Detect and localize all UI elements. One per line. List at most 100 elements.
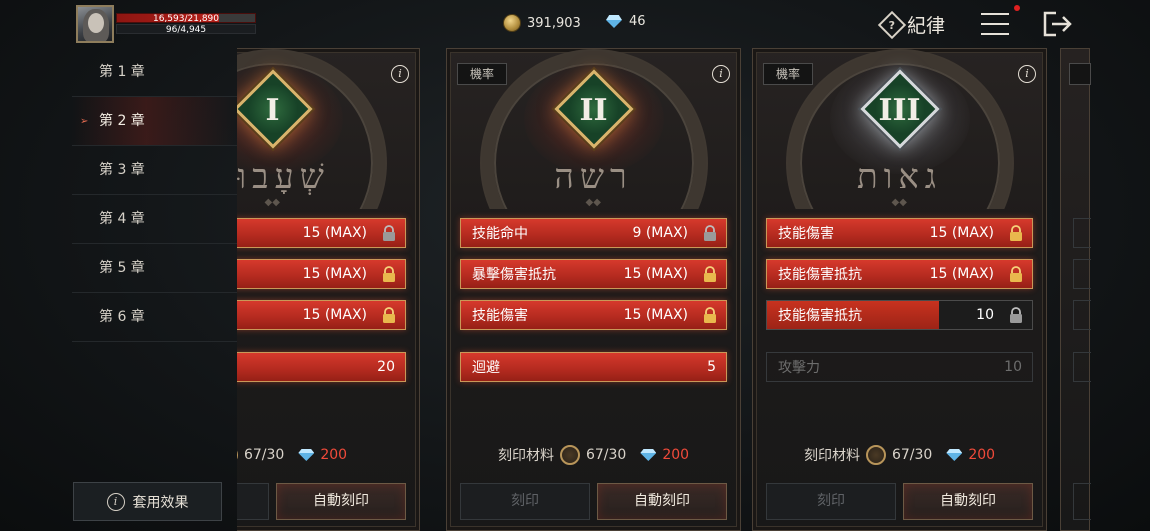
diamond-icon	[298, 449, 314, 461]
gold-amount: 391,903	[527, 15, 581, 31]
stat-value: 15 (MAX)	[302, 266, 367, 282]
card-numeral: I	[265, 93, 280, 128]
stat-row: 15 (MAX)	[237, 218, 406, 248]
stat-value: 15 (MAX)	[302, 307, 367, 323]
probability-button[interactable]	[1069, 63, 1091, 85]
chapter-1[interactable]: 第 1 章	[72, 48, 237, 97]
stat-value: 5	[707, 359, 716, 375]
diamond-icon	[640, 449, 656, 461]
engrave-material-icon	[865, 445, 886, 465]
stat-value: 15 (MAX)	[623, 266, 688, 282]
discipline-label: 紀律	[907, 15, 946, 37]
materials-row: 刻印材料 67/30 200	[753, 445, 1046, 465]
stat-value: 20	[377, 359, 395, 375]
diamond-icon	[946, 449, 962, 461]
materials-row: 料 67/30 200	[237, 445, 419, 465]
probability-button[interactable]: 機率	[763, 63, 813, 85]
engraving-card-2: II רשה ◆◆ 機率 i 技能命中 9 (MAX) 暴擊傷害抵抗 15 (M…	[446, 48, 741, 531]
gem-currency: 46	[605, 14, 646, 29]
card-rune: רשה	[554, 157, 633, 197]
engraving-cards: I שְׁעָבוּד ◆◆ i 15 (MAX) 抗 15 (MAX) 抗 1…	[237, 48, 1150, 531]
auto-engrave-button[interactable]: 自動刻印	[903, 483, 1033, 520]
player-avatar[interactable]	[76, 5, 114, 43]
stat-value: 10	[976, 307, 994, 323]
engrave-material-icon	[559, 445, 580, 465]
mp-text: 96/4,945	[165, 25, 207, 35]
card-info-icon[interactable]: i	[712, 65, 730, 83]
stat-row: 迴避 5	[460, 352, 727, 382]
engrave-material-icon	[237, 445, 238, 465]
chapter-4[interactable]: 第 4 章	[72, 195, 237, 244]
auto-engrave-button[interactable]: 自動刻印	[597, 483, 727, 520]
engrave-button[interactable]: 刻印	[766, 483, 896, 520]
card-numeral: II	[579, 93, 608, 128]
stat-value: 15 (MAX)	[302, 225, 367, 241]
probability-button[interactable]: 機率	[457, 63, 507, 85]
stat-value: 15 (MAX)	[929, 225, 994, 241]
stat-row: 抗 15 (MAX)	[237, 300, 406, 330]
lock-icon[interactable]	[1009, 307, 1023, 323]
hp-text: 16,593/21,890	[152, 14, 219, 24]
stat-row: 暴擊傷害抵抗 15 (MAX)	[460, 259, 727, 289]
stat-row: 技能命中 9 (MAX)	[460, 218, 727, 248]
stat-row: 抗 15 (MAX)	[237, 259, 406, 289]
materials-row: 刻印材料 67/30 200	[447, 445, 740, 465]
lock-icon[interactable]	[1009, 266, 1023, 282]
stat-name: 技能傷害	[778, 226, 834, 242]
stat-value: 9 (MAX)	[632, 225, 688, 241]
materials-count: 67/30	[891, 447, 933, 463]
card-info-icon[interactable]: i	[391, 65, 409, 83]
lock-icon[interactable]	[382, 266, 396, 282]
lock-icon[interactable]	[703, 266, 717, 282]
stat-row: 技能傷害 15 (MAX)	[460, 300, 727, 330]
card-rune: גאות	[856, 157, 943, 197]
stat-name: 技能傷害抵抗	[778, 267, 862, 283]
engraving-card-1: I שְׁעָבוּד ◆◆ i 15 (MAX) 抗 15 (MAX) 抗 1…	[237, 48, 420, 531]
stat-value: 10	[1004, 359, 1022, 375]
gold-currency: 391,903	[503, 14, 581, 32]
top-bar: 16,593/21,890 96/4,945 391,903 46 ? 紀律	[0, 0, 1150, 48]
chapter-3[interactable]: 第 3 章	[72, 146, 237, 195]
apply-effect-button[interactable]: i 套用效果	[73, 482, 222, 521]
lock-icon[interactable]	[703, 225, 717, 241]
chapter-sidebar: 第 1 章 ➢ 第 2 章 第 3 章 第 4 章 第 5 章 第 6 章	[72, 48, 237, 348]
engraving-card-3: III גאות ◆◆ 機率 i 技能傷害 15 (MAX) 技能傷害抵抗 15…	[752, 48, 1047, 531]
chapter-2[interactable]: ➢ 第 2 章	[72, 97, 237, 146]
info-icon: i	[106, 492, 125, 511]
stat-name: 攻擊力	[778, 360, 820, 376]
stat-name: 技能命中	[472, 226, 528, 242]
lock-icon[interactable]	[703, 307, 717, 323]
apply-effect-label: 套用效果	[132, 494, 189, 511]
lock-icon[interactable]	[382, 307, 396, 323]
stat-row: 攻擊力 10	[766, 352, 1033, 382]
stat-row: 技能傷害抵抗 10	[766, 300, 1033, 330]
materials-count: 67/30	[585, 447, 627, 463]
engraving-card-4-partial	[1060, 48, 1091, 531]
gem-cost: 200	[320, 447, 348, 463]
stat-row: 技能傷害抵抗 15 (MAX)	[766, 259, 1033, 289]
materials-count: 67/30	[243, 447, 285, 463]
discipline-button[interactable]: ? 紀律	[877, 10, 946, 39]
chapter-5[interactable]: 第 5 章	[72, 244, 237, 293]
auto-engrave-button[interactable]: 自動刻印	[276, 483, 406, 520]
selected-arrow-icon: ➢	[80, 116, 89, 127]
hamburger-menu-icon[interactable]	[981, 11, 1009, 37]
card-info-icon[interactable]: i	[1018, 65, 1036, 83]
stat-row: 20	[237, 352, 406, 382]
exit-icon[interactable]	[1043, 11, 1073, 37]
stat-name: 技能傷害	[472, 308, 528, 324]
gem-amount: 46	[629, 14, 646, 29]
help-diamond-icon: ?	[877, 10, 907, 39]
chapter-6[interactable]: 第 6 章	[72, 293, 237, 342]
notification-dot	[1014, 5, 1020, 11]
engrave-button[interactable]: 刻印	[460, 483, 590, 520]
lock-icon[interactable]	[1009, 225, 1023, 241]
lock-icon[interactable]	[382, 225, 396, 241]
gold-coin-icon	[503, 14, 521, 32]
engrave-button[interactable]	[237, 483, 269, 520]
gem-cost: 200	[662, 447, 690, 463]
materials-label: 刻印材料	[803, 448, 860, 464]
stat-value: 15 (MAX)	[929, 266, 994, 282]
hp-bar: 16,593/21,890	[116, 13, 256, 24]
diamond-icon	[605, 15, 623, 28]
